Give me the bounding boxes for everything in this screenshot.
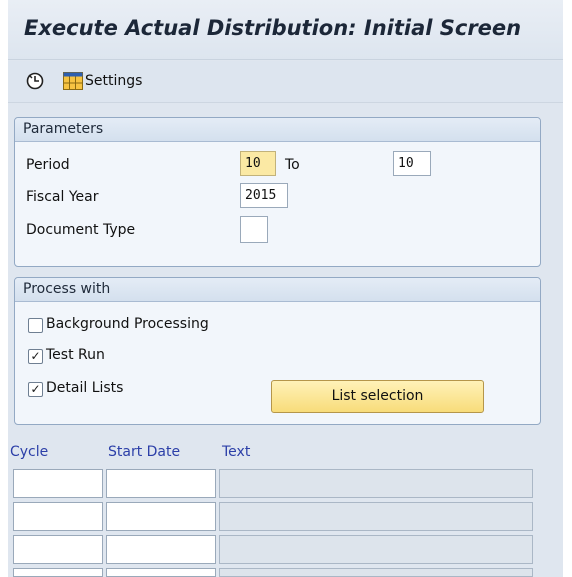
test-run-label: Test Run (46, 347, 105, 363)
settings-button-label[interactable]: Settings (85, 73, 142, 89)
cycle-cell[interactable] (13, 568, 103, 577)
start-date-cell[interactable] (106, 469, 216, 498)
column-header-cycle[interactable]: Cycle (10, 444, 48, 460)
start-date-cell[interactable] (106, 568, 216, 577)
text-cell (219, 568, 533, 577)
background-processing-checkbox[interactable] (28, 318, 43, 333)
text-cell (219, 469, 533, 498)
parameters-group-header: Parameters (15, 118, 540, 142)
column-header-text[interactable]: Text (222, 444, 250, 460)
fiscal-year-label: Fiscal Year (26, 189, 99, 205)
column-header-start-date[interactable]: Start Date (108, 444, 180, 460)
detail-lists-label: Detail Lists (46, 380, 124, 396)
document-type-label: Document Type (26, 222, 136, 238)
title-bar: Execute Actual Distribution: Initial Scr… (8, 0, 563, 60)
cycle-cell[interactable] (13, 502, 103, 531)
list-selection-button[interactable]: List selection (271, 380, 484, 413)
detail-lists-checkbox[interactable]: ✓ (28, 382, 43, 397)
app-window: Execute Actual Distribution: Initial Scr… (8, 0, 563, 577)
document-type-field[interactable] (240, 216, 268, 243)
page-title: Execute Actual Distribution: Initial Scr… (24, 16, 522, 40)
cycle-cell[interactable] (13, 535, 103, 564)
text-cell (219, 535, 533, 564)
start-date-cell[interactable] (106, 535, 216, 564)
parameters-group: Parameters Period 10 To 10 Fiscal Year 2… (14, 117, 541, 267)
start-date-cell[interactable] (106, 502, 216, 531)
period-label: Period (26, 157, 70, 173)
table-settings-icon[interactable] (62, 70, 84, 92)
process-with-group: Process with Background Processing ✓ Tes… (14, 277, 541, 425)
fiscal-year-field[interactable]: 2015 (240, 183, 288, 208)
execute-clock-icon[interactable] (25, 71, 45, 91)
period-to-label: To (285, 157, 300, 173)
period-to-field[interactable]: 10 (393, 151, 431, 176)
period-from-field[interactable]: 10 (240, 151, 276, 176)
cycle-cell[interactable] (13, 469, 103, 498)
test-run-checkbox[interactable]: ✓ (28, 349, 43, 364)
application-toolbar: Settings (8, 61, 563, 103)
text-cell (219, 502, 533, 531)
process-with-group-header: Process with (15, 278, 540, 302)
background-processing-label: Background Processing (46, 316, 209, 332)
